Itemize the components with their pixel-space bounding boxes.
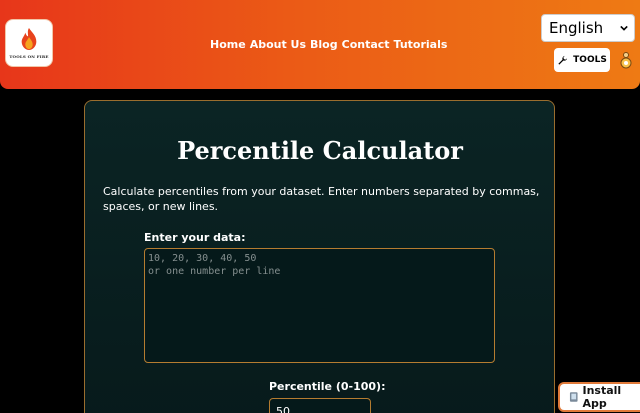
tools-button[interactable]: TOOLS (554, 48, 610, 72)
tools-label: TOOLS (573, 55, 607, 65)
language-select[interactable]: English (541, 14, 635, 42)
install-icon (569, 392, 578, 402)
page-title: Percentile Calculator (177, 136, 463, 165)
main-nav: Home About Us Blog Contact Tutorials (210, 38, 447, 51)
nav-about-us[interactable]: About Us (250, 38, 306, 51)
user-icon[interactable] (619, 50, 633, 70)
data-input[interactable] (144, 248, 495, 363)
site-logo[interactable]: TOOLS ON FIRE (5, 19, 53, 67)
flame-icon (21, 28, 37, 50)
page-description: Calculate percentiles from your dataset.… (103, 185, 540, 213)
nav-blog[interactable]: Blog (310, 38, 338, 51)
wrench-icon (558, 55, 568, 65)
nav-home[interactable]: Home (210, 38, 246, 51)
percentile-input[interactable] (269, 398, 371, 413)
logo-text: TOOLS ON FIRE (9, 54, 49, 59)
nav-tutorials[interactable]: Tutorials (394, 38, 448, 51)
percentile-label: Percentile (0-100): (269, 380, 386, 393)
site-header: TOOLS ON FIRE Home About Us Blog Contact… (0, 0, 640, 89)
language-select-value: English (549, 19, 604, 37)
install-app-button[interactable]: Install App (558, 382, 640, 412)
install-app-label: Install App (582, 384, 622, 410)
nav-contact[interactable]: Contact (342, 38, 390, 51)
data-input-label: Enter your data: (144, 231, 246, 244)
chevron-down-icon (620, 25, 628, 31)
